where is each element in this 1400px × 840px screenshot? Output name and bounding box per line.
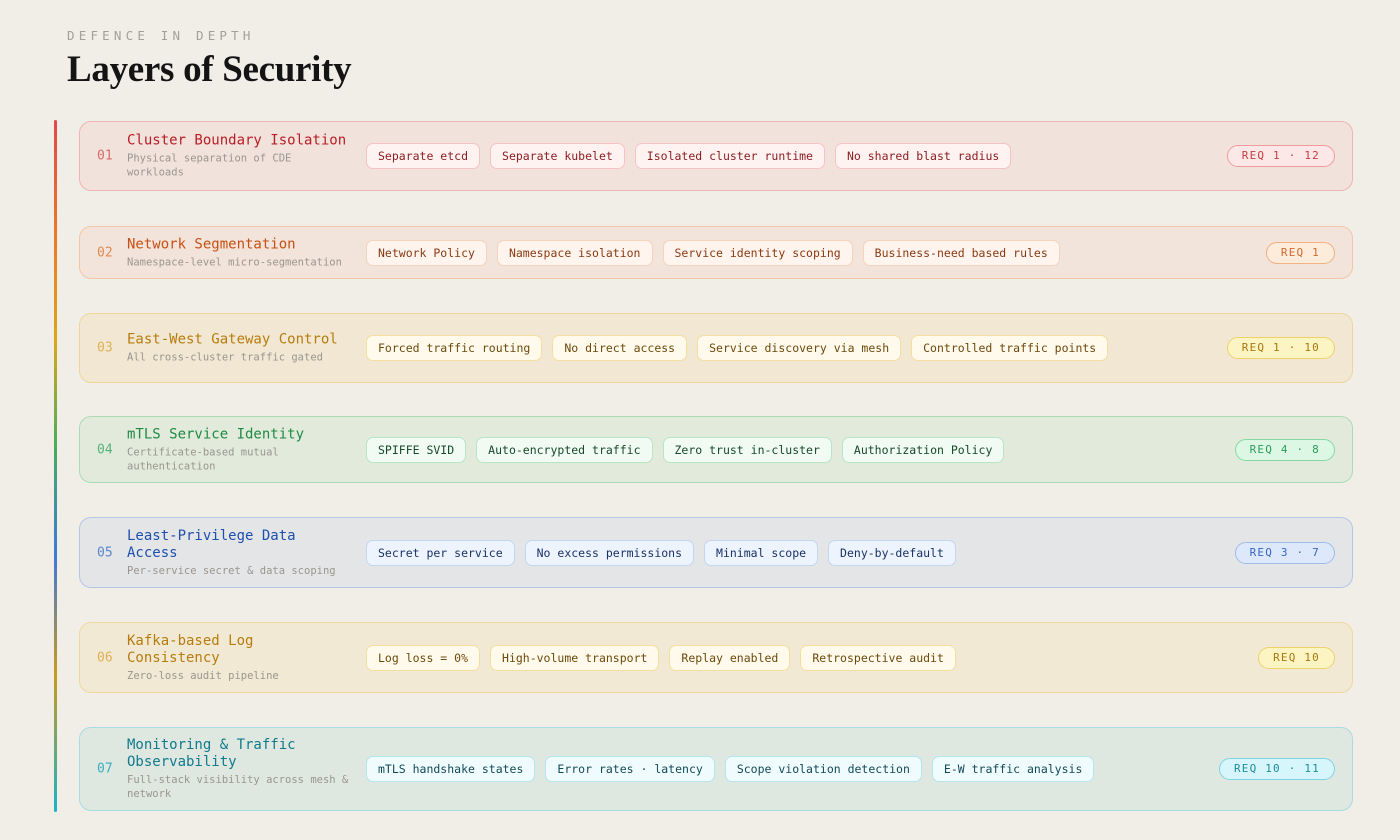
requirement-badge: REQ 10 · 11 bbox=[1218, 758, 1335, 780]
control-chip: Network Policy bbox=[366, 239, 487, 266]
control-chip: Separate etcd bbox=[366, 143, 481, 169]
layer-name: Least-Privilege Data Access bbox=[127, 527, 296, 561]
layer-info: mTLS Service Identity Certificate-based m… bbox=[127, 426, 349, 473]
layer-description: Full-stack visibility across mesh & netw… bbox=[127, 774, 349, 800]
layer-description: Per-service secret & data scoping bbox=[127, 564, 336, 577]
layer-description: Zero-loss audit pipeline bbox=[127, 669, 279, 682]
control-chip: Controlled traffic points bbox=[911, 335, 1109, 361]
security-layer: 04 mTLS Service Identity Certificate-based… bbox=[79, 416, 1353, 483]
control-chip: Forced traffic routing bbox=[366, 335, 543, 361]
requirement-badge: REQ 1 · 12 bbox=[1226, 145, 1335, 167]
layer-description: Namespace-level micro-segmentation bbox=[127, 256, 342, 268]
layer-description: Physical separation of CDE workloads bbox=[127, 152, 292, 179]
requirement-badge: REQ 1 bbox=[1265, 241, 1335, 264]
layer-number: 07 bbox=[97, 761, 113, 777]
control-chip: Isolated cluster runtime bbox=[634, 143, 825, 169]
security-layer: 01 Cluster Boundary Isolation Physical sep… bbox=[79, 121, 1353, 191]
gradient-rail bbox=[54, 120, 57, 812]
layer-controls: Forced traffic routing No direct access Se… bbox=[366, 335, 1109, 361]
layer-controls: Secret per service No excess permissions M… bbox=[366, 539, 956, 566]
layer-number: 04 bbox=[97, 442, 113, 457]
control-chip: Service discovery via mesh bbox=[697, 335, 902, 361]
layer-info: Kafka-based Log Consistency Zero-loss aud… bbox=[127, 633, 349, 683]
control-chip: No shared blast radius bbox=[834, 143, 1012, 169]
control-chip: Service identity scoping bbox=[662, 239, 853, 266]
control-chip: Scope violation detection bbox=[724, 756, 922, 782]
layer-name: mTLS Service Identity bbox=[127, 426, 305, 442]
layer-description: All cross-cluster traffic gated bbox=[127, 351, 323, 364]
layer-controls: Network Policy Namespace isolation Service… bbox=[366, 239, 1060, 266]
layer-controls: mTLS handshake states Error rates · laten… bbox=[366, 756, 1095, 782]
control-chip: No direct access bbox=[552, 335, 688, 361]
security-layer: 02 Network Segmentation Namespace-level mi… bbox=[79, 226, 1353, 279]
security-layer: 07 Monitoring & Traffic Observability Full… bbox=[79, 727, 1353, 811]
layer-info: East-West Gateway Control All cross-clust… bbox=[127, 332, 349, 365]
security-layer: 06 Kafka-based Log Consistency Zero-loss a… bbox=[79, 622, 1353, 693]
layer-number: 06 bbox=[97, 650, 113, 665]
layer-name: Monitoring & Traffic Observability bbox=[127, 737, 296, 770]
control-chip: Auto-encrypted traffic bbox=[476, 436, 653, 463]
layer-info: Least-Privilege Data Access Per-service s… bbox=[127, 528, 349, 578]
layer-number: 03 bbox=[97, 340, 113, 356]
control-chip: Retrospective audit bbox=[800, 644, 956, 671]
layer-controls: Log loss = 0% High-volume transport Replay… bbox=[366, 644, 956, 671]
control-chip: No excess permissions bbox=[524, 539, 695, 566]
layer-number: 05 bbox=[97, 545, 113, 560]
layer-name: Cluster Boundary Isolation bbox=[127, 132, 347, 149]
requirement-badge: REQ 1 · 10 bbox=[1226, 337, 1335, 359]
control-chip: E-W traffic analysis bbox=[931, 756, 1095, 782]
control-chip: Replay enabled bbox=[669, 644, 791, 671]
control-chip: mTLS handshake states bbox=[366, 756, 536, 782]
layer-name: East-West Gateway Control bbox=[127, 331, 338, 348]
control-chip: High-volume transport bbox=[490, 644, 660, 671]
control-chip: Separate kubelet bbox=[490, 143, 625, 169]
requirement-badge: REQ 3 · 7 bbox=[1234, 541, 1335, 564]
control-chip: Log loss = 0% bbox=[366, 644, 481, 671]
layer-controls: SPIFFE SVID Auto-encrypted traffic Zero tr… bbox=[366, 436, 1005, 463]
control-chip: Secret per service bbox=[366, 539, 515, 566]
control-chip: Business-need based rules bbox=[862, 239, 1060, 266]
layer-info: Network Segmentation Namespace-level micr… bbox=[127, 236, 349, 269]
control-chip: Zero trust in-cluster bbox=[662, 436, 832, 463]
layer-info: Cluster Boundary Isolation Physical separ… bbox=[127, 133, 349, 180]
requirement-badge: REQ 4 · 8 bbox=[1234, 438, 1335, 461]
layer-number: 02 bbox=[97, 245, 113, 260]
control-chip: SPIFFE SVID bbox=[366, 436, 467, 463]
layer-name: Network Segmentation bbox=[127, 236, 296, 252]
requirement-badge: REQ 10 bbox=[1258, 646, 1335, 669]
page-title: Layers of Security bbox=[67, 49, 352, 90]
control-chip: Deny-by-default bbox=[828, 539, 956, 566]
control-chip: Authorization Policy bbox=[841, 436, 1005, 463]
security-layer: 03 East-West Gateway Control All cross-clu… bbox=[79, 313, 1353, 383]
layer-info: Monitoring & Traffic Observability Full-s… bbox=[127, 737, 349, 801]
eyebrow-label: DEFENCE IN DEPTH bbox=[67, 28, 255, 43]
layer-description: Certificate-based mutual authentication bbox=[127, 446, 279, 472]
control-chip: Minimal scope bbox=[704, 539, 819, 566]
layer-number: 01 bbox=[97, 148, 113, 164]
control-chip: Namespace isolation bbox=[496, 239, 653, 266]
layer-name: Kafka-based Log Consistency bbox=[127, 632, 254, 666]
layer-controls: Separate etcd Separate kubelet Isolated cl… bbox=[366, 143, 1012, 169]
control-chip: Error rates · latency bbox=[545, 756, 715, 782]
security-layer: 05 Least-Privilege Data Access Per-service… bbox=[79, 517, 1353, 588]
